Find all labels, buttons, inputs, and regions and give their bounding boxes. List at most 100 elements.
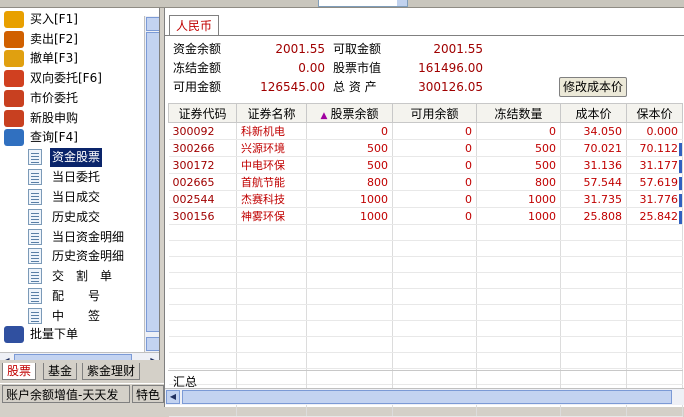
- table-row[interactable]: 002544 杰赛科技 1000 0 1000 31.735 31.776: [168, 190, 683, 208]
- empty-cell: [560, 288, 627, 305]
- row-marker: [679, 194, 682, 207]
- cell-available-balance: 0: [392, 139, 477, 157]
- table-row[interactable]: 002665 首航节能 800 0 800 57.544 57.619: [168, 173, 683, 191]
- document-icon: [28, 148, 42, 165]
- empty-cell: [392, 288, 477, 305]
- summary-divider: [626, 371, 627, 389]
- status-promo-link[interactable]: 账户余额增值-天天发: [2, 385, 130, 403]
- tree-horizontal-scrollbar[interactable]: ◀ ▶: [0, 352, 159, 360]
- two-way-order-icon: [4, 70, 24, 88]
- fund-balance-value: 2001.55: [275, 42, 325, 56]
- document-icon: [28, 208, 42, 225]
- empty-row: [168, 224, 683, 241]
- empty-cell: [168, 320, 237, 337]
- stock-value-label: 股票市值: [333, 61, 382, 75]
- tree-item-label: 买入[F1]: [30, 12, 78, 26]
- col-header-frozen-qty[interactable]: 冻结数量: [476, 103, 561, 123]
- scroll-right-icon[interactable]: ▶: [147, 354, 159, 360]
- col-header-breakeven-price[interactable]: 保本价: [626, 103, 683, 123]
- scroll-thumb[interactable]: [146, 32, 159, 332]
- col-header-code[interactable]: 证券代码: [168, 103, 237, 123]
- scroll-up-button[interactable]: [146, 17, 159, 31]
- cell-breakeven-price: 31.177: [626, 156, 683, 174]
- bottom-tabs: 股票 基金 紫金理财: [0, 361, 164, 383]
- chevron-down-icon[interactable]: [397, 0, 407, 6]
- cell-breakeven-price: 31.776: [626, 190, 683, 208]
- empty-cell: [560, 272, 627, 289]
- empty-cell: [306, 336, 393, 353]
- table-row[interactable]: 300092 科新机电 0 0 0 34.050 0.000: [168, 122, 683, 140]
- cell-breakeven-price: 57.619: [626, 173, 683, 191]
- cell-code: 002665: [168, 173, 237, 191]
- fund-stock-panel: 人民币 资金余额 2001.55 可取金额 2001.55 冻结金额 0.00 …: [164, 8, 684, 417]
- tree-item-label: 新股申购: [30, 110, 79, 125]
- total-assets-value: 300126.05: [418, 80, 483, 94]
- tab-funds[interactable]: 基金: [43, 363, 78, 380]
- cell-breakeven-price: 70.112: [626, 139, 683, 157]
- scroll-left-icon[interactable]: ◀: [0, 354, 13, 360]
- col-header-stock-balance[interactable]: ▲ 股票余额: [306, 103, 393, 123]
- tree-subitem-label: 历史资金明细: [52, 249, 125, 264]
- empty-row: [168, 240, 683, 257]
- col-header-cost-price[interactable]: 成本价: [560, 103, 627, 123]
- empty-cell: [476, 288, 561, 305]
- tab-rmb[interactable]: 人民币: [169, 15, 220, 35]
- table-row[interactable]: 300172 中电环保 500 0 500 31.136 31.177: [168, 156, 683, 174]
- empty-cell: [560, 336, 627, 353]
- scroll-down-button[interactable]: [146, 337, 159, 351]
- empty-cell: [560, 224, 627, 241]
- empty-cell: [236, 240, 307, 257]
- col-header-available-balance[interactable]: 可用余额: [392, 103, 477, 123]
- withdrawable-label: 可取金额: [333, 42, 382, 56]
- empty-cell: [392, 336, 477, 353]
- status-special-link[interactable]: 特色: [132, 385, 164, 403]
- status-bar: 账户余额增值-天天发 特色: [0, 383, 164, 403]
- modify-cost-button[interactable]: 修改成本价: [559, 77, 627, 97]
- tree-item-label: 双向委托[F6]: [30, 71, 102, 86]
- empty-cell: [392, 320, 477, 337]
- empty-cell: [236, 352, 307, 369]
- sell-icon: [4, 30, 24, 48]
- document-icon: [28, 228, 42, 245]
- document-icon: [28, 168, 42, 185]
- empty-cell: [306, 288, 393, 305]
- account-combo[interactable]: [318, 0, 408, 7]
- hscroll-thumb[interactable]: [14, 354, 132, 360]
- row-marker: [679, 160, 682, 173]
- tab-stocks[interactable]: 股票: [2, 363, 37, 380]
- document-icon: [28, 248, 42, 265]
- document-icon: [28, 308, 42, 325]
- document-icon: [28, 188, 42, 205]
- empty-cell: [626, 288, 683, 305]
- empty-cell: [476, 224, 561, 241]
- row-marker: [679, 177, 682, 190]
- empty-cell: [626, 224, 683, 241]
- table-row[interactable]: 300266 兴源环境 500 0 500 70.021 70.112: [168, 139, 683, 157]
- col-header-name[interactable]: 证券名称: [236, 103, 307, 123]
- empty-cell: [476, 320, 561, 337]
- table-row[interactable]: 300156 神雾环保 1000 0 1000 25.808 25.842: [168, 207, 683, 225]
- tree-item-label: 查询[F4]: [30, 130, 78, 145]
- empty-cell: [168, 256, 237, 273]
- tree-vertical-scrollbar[interactable]: [144, 16, 159, 352]
- tab-zijin-wealth[interactable]: 紫金理财: [82, 363, 141, 380]
- cell-available-balance: 0: [392, 122, 477, 140]
- table-hscroll-thumb[interactable]: [182, 390, 672, 404]
- tree-subitem-label: 交 割 单: [52, 269, 113, 284]
- empty-cell: [236, 304, 307, 321]
- empty-cell: [626, 272, 683, 289]
- table-horizontal-scrollbar[interactable]: ◀: [165, 388, 684, 405]
- cell-breakeven-price: 25.842: [626, 207, 683, 225]
- summary-divider: [306, 371, 307, 389]
- cell-breakeven-price: 0.000: [626, 122, 683, 140]
- cell-name: 兴源环境: [236, 139, 307, 157]
- table-header-row: 证券代码 证券名称 ▲ 股票余额 可用余额 冻结数量 成本价 保本价: [168, 103, 683, 123]
- tab-divider: [165, 35, 684, 36]
- withdrawable-value: 2001.55: [433, 42, 483, 56]
- tree-subitem-label: 中 签: [52, 309, 101, 324]
- cell-frozen-qty: 500: [476, 156, 561, 174]
- total-assets-label: 总 资 产: [333, 80, 377, 94]
- scroll-left-icon[interactable]: ◀: [166, 390, 180, 404]
- tree-subitem-label: 当日成交: [52, 189, 101, 204]
- cell-code: 300092: [168, 122, 237, 140]
